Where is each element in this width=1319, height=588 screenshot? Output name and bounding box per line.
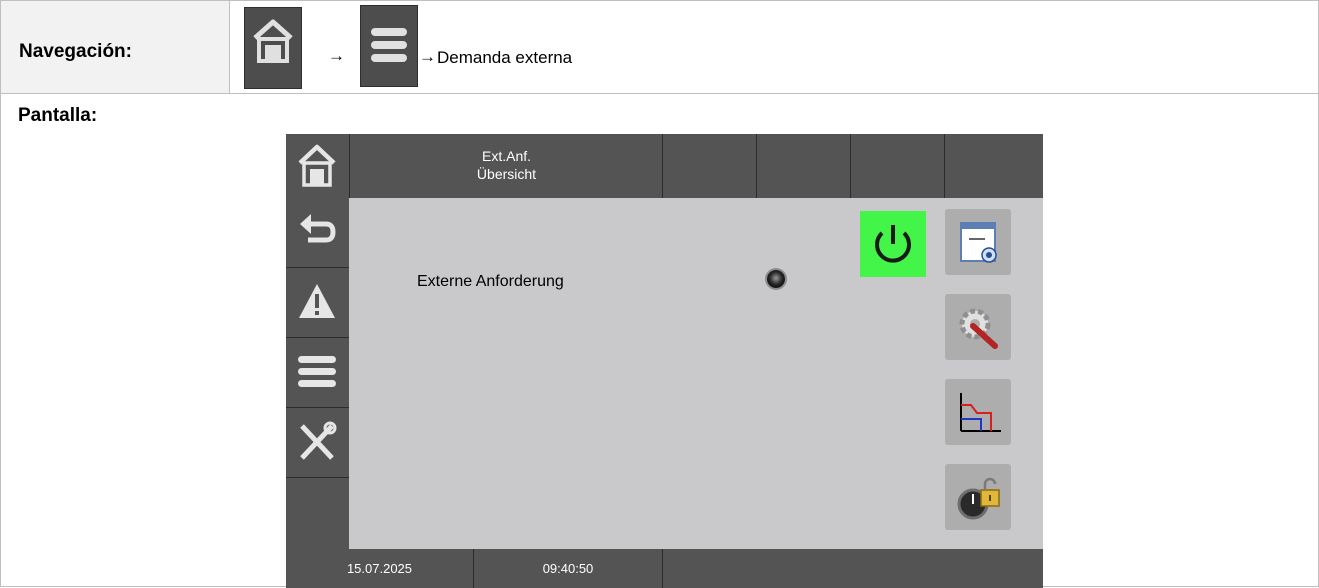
external-request-status-indicator (767, 270, 785, 288)
navigation-label: Navegación: (19, 41, 132, 62)
tab-slot[interactable] (662, 134, 757, 198)
power-button[interactable] (860, 211, 926, 277)
sensor-view-icon (960, 222, 997, 263)
chart-button[interactable] (945, 379, 1011, 445)
home-icon (244, 7, 302, 89)
screen-label: Pantalla: (18, 105, 98, 126)
service-button[interactable] (286, 408, 349, 478)
tab-slot[interactable] (850, 134, 945, 198)
menu-icon (360, 5, 418, 87)
navigation-row: Navegación: → → Demanda externa (1, 1, 1318, 94)
navigation-destination: Demanda externa (437, 48, 573, 67)
arrow-icon: → (419, 47, 436, 66)
screen-title-line1: Ext.Anf. (481, 148, 532, 164)
sidebar (286, 198, 349, 549)
back-icon (300, 214, 336, 243)
screen-title-line2: Übersicht (476, 166, 537, 182)
sensor-view-button[interactable] (945, 209, 1011, 275)
settings-button[interactable] (945, 294, 1011, 360)
navigation-label-cell: Navegación: (1, 1, 230, 93)
settings-icon (959, 308, 998, 349)
timer-lock-icon (957, 477, 1000, 520)
status-bar: 15.07.2025 09:40:50 (286, 549, 1043, 588)
back-button[interactable] (286, 198, 349, 268)
menu-button[interactable] (286, 338, 349, 408)
alarm-button[interactable] (286, 268, 349, 338)
arrow-icon: → (328, 46, 345, 65)
external-request-label: Externe Anforderung (417, 273, 564, 290)
documentation-table: Navegación: → → Demanda externa Pantalla… (0, 0, 1319, 588)
chart-icon (960, 393, 1001, 432)
time-display: 09:40:50 (474, 549, 663, 588)
tab-slot[interactable] (944, 134, 1044, 198)
top-bar: Ext.Anf. Übersicht (286, 134, 1043, 198)
home-button[interactable] (286, 134, 349, 198)
screen-title: Ext.Anf. Übersicht (349, 134, 663, 198)
warning-icon (299, 284, 335, 318)
tab-slot[interactable] (756, 134, 851, 198)
menu-icon (298, 356, 336, 387)
date-display: 15.07.2025 (286, 549, 474, 588)
power-icon (875, 225, 911, 263)
status-bar-empty (663, 549, 1043, 588)
timer-lock-button[interactable] (945, 464, 1011, 530)
tools-icon (300, 421, 337, 460)
device-screen: Ext.Anf. Übersicht Externe Anforderung 1… (286, 134, 1043, 588)
sidebar-empty-slot (286, 478, 349, 547)
